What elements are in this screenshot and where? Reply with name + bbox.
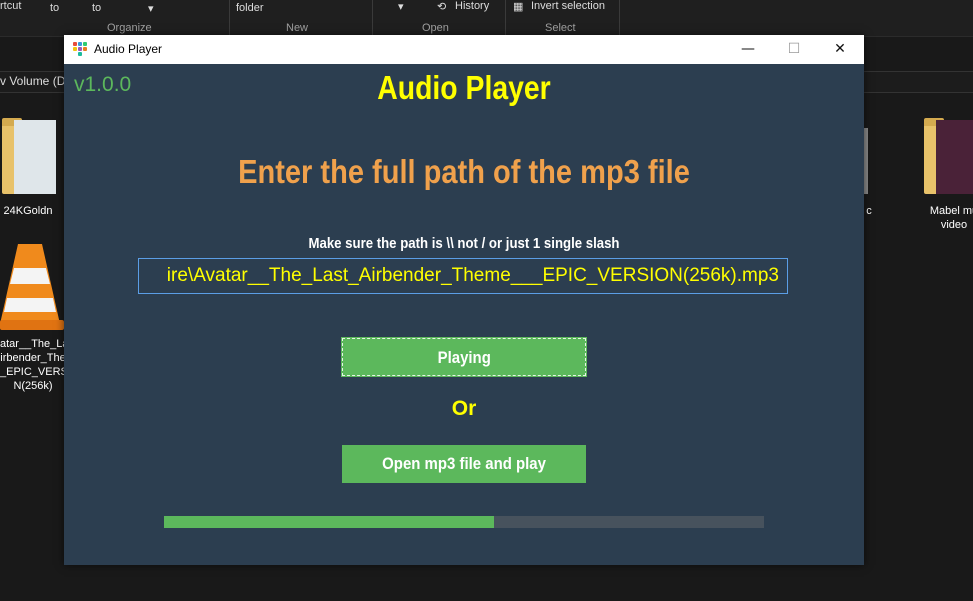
ribbon-group-select: Select: [545, 22, 576, 34]
open-file-button-label: Open mp3 file and play: [382, 454, 546, 473]
chevron-down-icon[interactable]: ▾: [398, 0, 404, 13]
close-button[interactable]: ✕: [817, 35, 863, 64]
window-title: Audio Player: [94, 42, 163, 56]
ribbon-group-new: New: [286, 22, 309, 34]
ribbon-shortcut[interactable]: rtcut: [0, 0, 21, 12]
play-button-label: Playing: [437, 348, 491, 367]
or-separator: Or: [451, 397, 477, 420]
album-art-icon: [936, 120, 973, 194]
open-file-button[interactable]: Open mp3 file and play: [342, 445, 586, 483]
instruction-heading: Enter the full path of the mp3 file: [238, 153, 690, 190]
ribbon-group-organize: Organize: [107, 22, 152, 34]
ribbon-new-folder[interactable]: folder: [236, 2, 264, 14]
file-label: atar__The_La irbender_The _EPIC_VERSI N(…: [0, 338, 71, 392]
path-hint: Make sure the path is \\ not / or just 1…: [308, 235, 620, 252]
file-label: c: [866, 205, 872, 217]
ribbon-move-to[interactable]: to: [50, 2, 59, 14]
app-icon: [73, 42, 88, 57]
ribbon-invert-selection[interactable]: Invert selection: [531, 0, 605, 12]
ribbon-separator: [372, 0, 373, 36]
mp3-path-input[interactable]: ire\Avatar__The_Last_Airbender_Theme___E…: [138, 258, 788, 294]
history-icon: ⟲: [437, 1, 447, 13]
maximize-button[interactable]: ☐: [771, 35, 817, 64]
play-button[interactable]: Playing: [341, 337, 587, 377]
ribbon-separator: [619, 0, 620, 36]
ribbon-group-open: Open: [422, 22, 449, 34]
ribbon-separator: [505, 0, 506, 36]
vlc-cone-icon: [0, 244, 64, 330]
title-bar[interactable]: Audio Player — ☐ ✕: [64, 35, 864, 64]
progress-fill: [164, 516, 494, 528]
album-art-icon: [14, 120, 56, 194]
explorer-ribbon: rtcut to to ▾ Organize folder New ▾ ⟲ Hi…: [0, 0, 973, 37]
ribbon-history[interactable]: History: [455, 0, 489, 12]
app-heading: Audio Player: [377, 69, 551, 106]
chevron-down-icon[interactable]: ▾: [148, 2, 154, 15]
folder-label: 24KGoldn: [3, 205, 53, 217]
minimize-button[interactable]: —: [725, 35, 771, 64]
ribbon-copy-to[interactable]: to: [92, 2, 101, 14]
playback-progress-bar[interactable]: [164, 516, 764, 528]
ribbon-separator: [229, 0, 230, 36]
address-text: v Volume (D: [0, 74, 66, 88]
audio-player-window: Audio Player — ☐ ✕ v1.0.0 Audio Player E…: [64, 35, 864, 565]
folder-label: Mabel mu video: [929, 205, 973, 231]
invert-selection-icon: ▦: [513, 1, 524, 13]
